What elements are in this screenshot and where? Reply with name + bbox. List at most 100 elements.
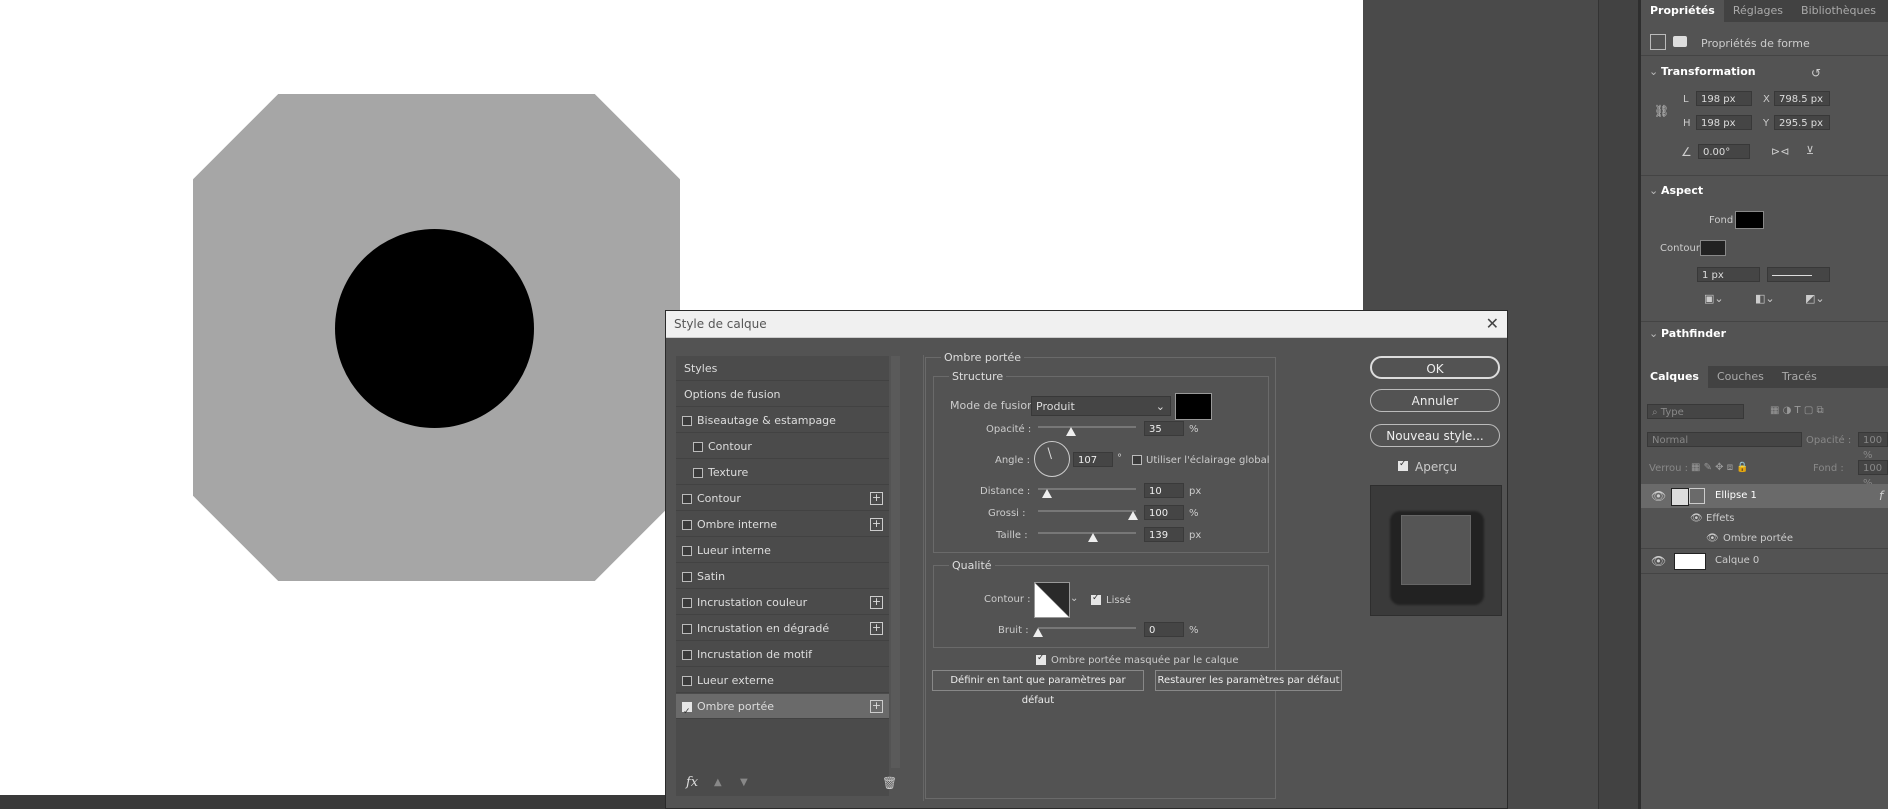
distance-input[interactable]: 10 bbox=[1144, 483, 1184, 498]
noise-input[interactable]: 0 bbox=[1144, 622, 1184, 637]
stroke-width-field[interactable]: 1 px bbox=[1697, 267, 1760, 282]
style-item-checkbox[interactable] bbox=[693, 442, 703, 452]
blending-options[interactable]: Options de fusion bbox=[676, 382, 889, 407]
fx-icon[interactable]: f bbox=[1879, 490, 1883, 502]
shape-transform-icon[interactable] bbox=[1650, 34, 1666, 50]
ellipse-shape[interactable] bbox=[335, 229, 534, 428]
style-item[interactable]: Contour bbox=[676, 434, 889, 459]
spread-slider-thumb[interactable] bbox=[1128, 511, 1138, 520]
width-field[interactable]: 198 px bbox=[1696, 91, 1752, 106]
size-slider-track[interactable] bbox=[1038, 532, 1136, 534]
tab-paths[interactable]: Tracés bbox=[1773, 366, 1826, 388]
style-item-checkbox[interactable] bbox=[682, 520, 692, 530]
contour-dropdown-icon[interactable]: ⌄ bbox=[1070, 593, 1078, 605]
style-item[interactable]: Lueur externe bbox=[676, 668, 889, 693]
style-item-checkbox[interactable] bbox=[682, 494, 692, 504]
angle-dial[interactable] bbox=[1034, 441, 1070, 477]
flip-vertical-icon[interactable]: ⊻ bbox=[1806, 145, 1814, 157]
reset-default-button[interactable]: Restaurer les paramètres par défaut bbox=[1155, 670, 1342, 691]
angle-input[interactable]: 107 bbox=[1073, 452, 1113, 467]
add-effect-icon[interactable]: + bbox=[870, 700, 883, 713]
stroke-swatch[interactable] bbox=[1700, 240, 1726, 256]
move-up-icon[interactable]: ▲ bbox=[714, 777, 722, 789]
layer-row-background[interactable]: 👁 Calque 0 bbox=[1641, 548, 1888, 573]
lock-icons[interactable]: ▦ ✎ ✥ ⧈ 🔒 bbox=[1691, 462, 1749, 474]
style-item-checkbox[interactable] bbox=[682, 700, 692, 725]
reset-icon[interactable]: ↺ bbox=[1811, 67, 1821, 79]
set-default-button[interactable]: Définir en tant que paramètres par défau… bbox=[932, 670, 1144, 706]
style-item-checkbox[interactable] bbox=[682, 416, 692, 426]
blend-mode-select[interactable]: Produit ⌄ bbox=[1031, 396, 1171, 416]
layer-fill-field[interactable]: 100 % bbox=[1858, 460, 1888, 489]
size-input[interactable]: 139 bbox=[1144, 527, 1184, 542]
style-item-checkbox[interactable] bbox=[682, 624, 692, 634]
ok-button[interactable]: OK bbox=[1370, 356, 1500, 379]
new-style-button[interactable]: Nouveau style... bbox=[1370, 424, 1500, 447]
style-item[interactable]: Texture bbox=[676, 460, 889, 485]
y-field[interactable]: 295.5 px bbox=[1774, 115, 1830, 130]
effects-eye-icon[interactable]: 👁 bbox=[1690, 513, 1703, 525]
noise-slider-track[interactable] bbox=[1038, 627, 1136, 629]
transformation-header[interactable]: ⌄ Transformation bbox=[1641, 62, 1756, 82]
flip-horizontal-icon[interactable]: ⊳⊲ bbox=[1771, 146, 1789, 158]
tab-libraries[interactable]: Bibliothèques bbox=[1792, 0, 1885, 22]
opacity-slider-track[interactable] bbox=[1038, 426, 1136, 428]
spread-input[interactable]: 100 bbox=[1144, 505, 1184, 520]
distance-slider-track[interactable] bbox=[1038, 488, 1136, 490]
height-field[interactable]: 198 px bbox=[1696, 115, 1752, 130]
blend-mode-dropdown[interactable]: Normal bbox=[1647, 432, 1802, 447]
shadow-color-swatch[interactable] bbox=[1175, 393, 1212, 420]
tab-channels[interactable]: Couches bbox=[1708, 366, 1773, 388]
tab-layers[interactable]: Calques bbox=[1641, 366, 1708, 388]
spread-slider-track[interactable] bbox=[1038, 510, 1136, 512]
visibility-eye-icon[interactable]: 👁 bbox=[1651, 555, 1666, 567]
x-field[interactable]: 798.5 px bbox=[1774, 91, 1830, 106]
fx-menu-button[interactable]: fx bbox=[686, 775, 698, 790]
add-effect-icon[interactable]: + bbox=[870, 622, 883, 635]
tab-adjustments[interactable]: Réglages bbox=[1724, 0, 1792, 22]
layer-row-ellipse[interactable]: 👁 Ellipse 1 f bbox=[1641, 484, 1888, 508]
layer-filter-input[interactable]: ⌕ Type bbox=[1647, 404, 1744, 419]
contour-preview[interactable] bbox=[1034, 582, 1070, 618]
distance-slider-thumb[interactable] bbox=[1042, 489, 1052, 498]
style-item-checkbox[interactable] bbox=[693, 468, 703, 478]
antialias-checkbox[interactable] bbox=[1091, 593, 1101, 605]
knockout-checkbox[interactable] bbox=[1036, 653, 1046, 665]
dialog-titlebar[interactable]: Style de calque ✕ bbox=[666, 311, 1507, 338]
style-item[interactable]: Contour + bbox=[676, 486, 889, 511]
style-item[interactable]: Ombre portée + bbox=[676, 694, 889, 725]
angle-field[interactable]: 0.00° bbox=[1698, 144, 1750, 159]
opacity-input[interactable]: 35 bbox=[1144, 421, 1184, 436]
fill-swatch[interactable] bbox=[1735, 211, 1764, 229]
add-effect-icon[interactable]: + bbox=[870, 596, 883, 609]
size-slider-thumb[interactable] bbox=[1088, 533, 1098, 542]
trash-icon[interactable]: 🗑 bbox=[882, 777, 897, 789]
add-effect-icon[interactable]: + bbox=[870, 518, 883, 531]
style-item[interactable]: Incrustation de motif bbox=[676, 642, 889, 667]
style-item-checkbox[interactable] bbox=[682, 676, 692, 686]
stroke-corners-icon[interactable]: ◩⌄ bbox=[1805, 293, 1825, 305]
link-icon[interactable]: ⛓ bbox=[1654, 105, 1669, 117]
style-item[interactable]: Incrustation couleur + bbox=[676, 590, 889, 615]
close-icon[interactable]: ✕ bbox=[1486, 311, 1499, 337]
style-item-checkbox[interactable] bbox=[682, 650, 692, 660]
stroke-style-dropdown[interactable] bbox=[1767, 267, 1830, 282]
pathfinder-header[interactable]: ⌄ Pathfinder bbox=[1641, 324, 1726, 344]
stroke-caps-icon[interactable]: ◧⌄ bbox=[1755, 293, 1775, 305]
style-item-checkbox[interactable] bbox=[682, 572, 692, 582]
preview-checkbox[interactable] bbox=[1398, 459, 1408, 471]
stroke-align-icon[interactable]: ▣⌄ bbox=[1704, 293, 1724, 305]
style-item[interactable]: Lueur interne bbox=[676, 538, 889, 563]
aspect-header[interactable]: ⌄ Aspect bbox=[1641, 181, 1703, 201]
mask-icon[interactable] bbox=[1673, 36, 1687, 47]
style-item[interactable]: Incrustation en dégradé + bbox=[676, 616, 889, 641]
add-effect-icon[interactable]: + bbox=[870, 492, 883, 505]
styles-list-scrollbar[interactable] bbox=[891, 356, 900, 768]
style-item[interactable]: Ombre interne + bbox=[676, 512, 889, 537]
visibility-eye-icon[interactable]: 👁 bbox=[1651, 490, 1666, 502]
move-down-icon[interactable]: ▼ bbox=[740, 777, 748, 789]
opacity-slider-thumb[interactable] bbox=[1066, 427, 1076, 436]
noise-slider-thumb[interactable] bbox=[1033, 628, 1043, 637]
style-item-checkbox[interactable] bbox=[682, 598, 692, 608]
layer-opacity-field[interactable]: 100 % bbox=[1858, 432, 1888, 461]
